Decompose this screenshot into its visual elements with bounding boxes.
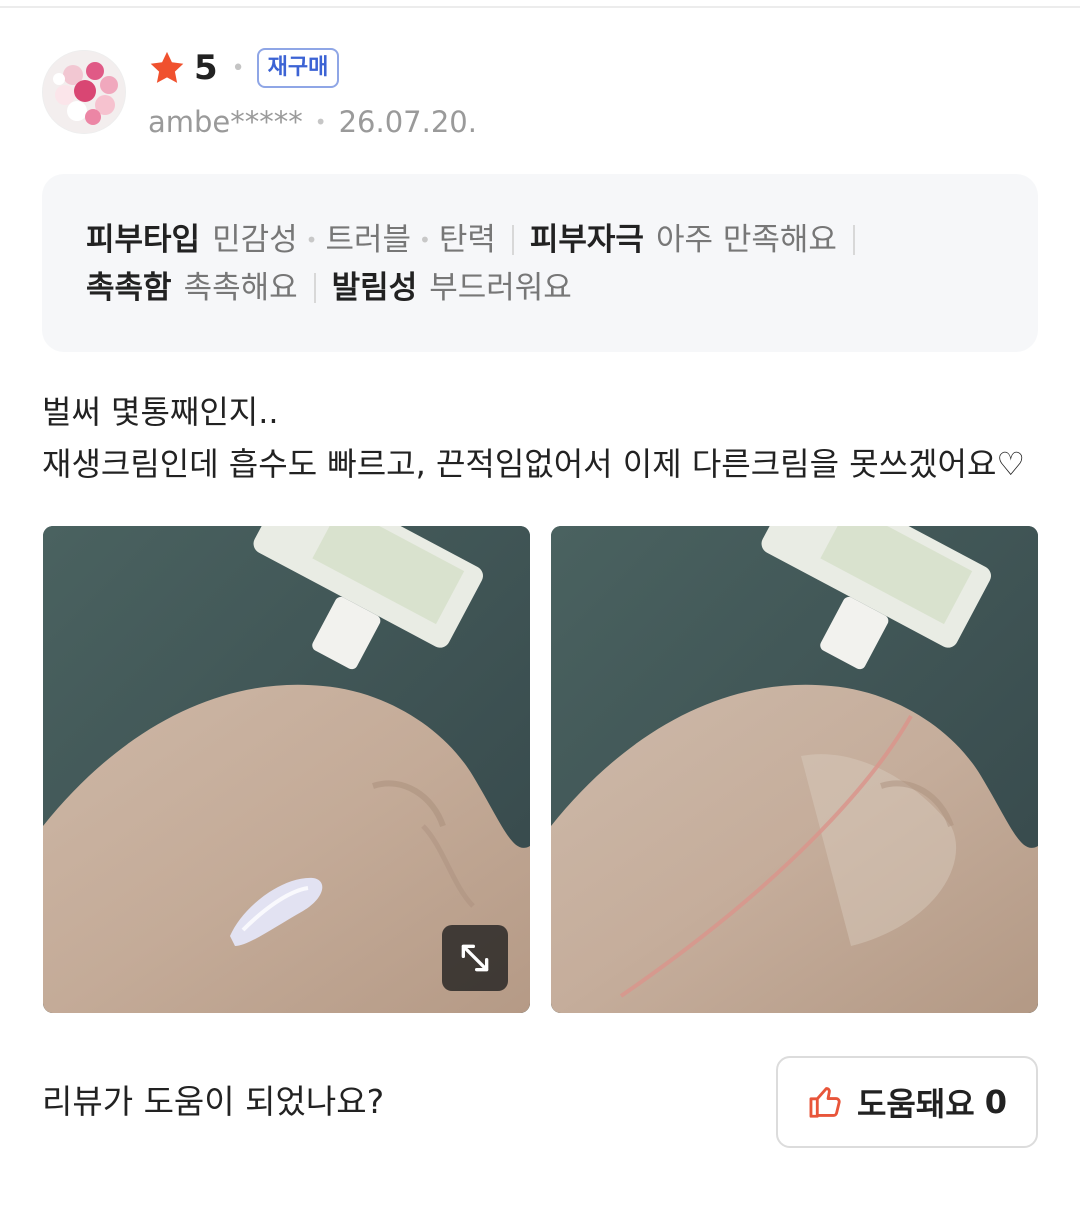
star-icon xyxy=(150,51,184,83)
moisture-label: 촉촉함 xyxy=(86,270,172,306)
thumbs-up-icon xyxy=(809,1087,841,1118)
review-body-line: 벌써 몇통째인지.. xyxy=(42,393,279,431)
skin-info-line-2: 촉촉함 촉촉해요 발림성 부드러워요 xyxy=(86,264,994,312)
dot-separator: • xyxy=(314,110,327,134)
review-body-line: 재생크림인데 흡수도 빠르고, 끈적임없어서 이제 다른크림을 못쓰겠어요♡ xyxy=(42,445,1026,483)
helpful-question: 리뷰가 도움이 되었나요? xyxy=(42,1082,385,1121)
spread-value: 부드러워요 xyxy=(429,270,572,306)
skin-type-value: 민감성 xyxy=(212,222,298,258)
divider xyxy=(852,225,855,255)
divider xyxy=(313,273,316,303)
dot-separator: • xyxy=(231,55,245,81)
avatar[interactable] xyxy=(42,50,126,134)
spread-label: 발림성 xyxy=(331,270,418,306)
username: ambe***** xyxy=(148,105,303,139)
dot-separator: • xyxy=(419,228,431,252)
helpful-button[interactable]: 도움돼요 0 xyxy=(776,1056,1038,1148)
hand-cream-absorbed-image xyxy=(551,526,1038,1013)
expand-icon xyxy=(461,944,489,972)
repurchase-badge: 재구매 xyxy=(256,48,340,88)
expand-button[interactable] xyxy=(442,925,508,991)
review-photo-2[interactable] xyxy=(551,526,1038,1013)
skin-type-value: 트러블 xyxy=(325,222,412,258)
review-body: 벌써 몇통째인지.. 재생크림인데 흡수도 빠르고, 끈적임없어서 이제 다른크… xyxy=(42,386,1052,490)
skin-type-label: 피부타입 xyxy=(86,222,201,258)
divider xyxy=(511,225,514,255)
review-date: 26.07.20. xyxy=(338,105,477,139)
skin-type-value: 탄력 xyxy=(438,222,496,258)
irritation-value: 아주 만족해요 xyxy=(655,222,837,258)
review-photo-1[interactable] xyxy=(43,526,530,1013)
skin-info-line-1: 피부타입 민감성 • 트러블 • 탄력 피부자극 아주 만족해요 xyxy=(86,216,994,264)
rating-row: 5 • 재구매 xyxy=(148,48,340,88)
moisture-value: 촉촉해요 xyxy=(183,270,298,306)
review-meta: ambe***** • 26.07.20. xyxy=(148,102,477,142)
helpful-count: 0 xyxy=(984,1083,1008,1121)
top-divider xyxy=(0,6,1080,8)
rating-value: 5 xyxy=(194,48,218,88)
skin-info-box: 피부타입 민감성 • 트러블 • 탄력 피부자극 아주 만족해요 촉촉함 촉촉해… xyxy=(42,174,1038,352)
helpful-label: 도움돼요 xyxy=(856,1085,975,1123)
irritation-label: 피부자극 xyxy=(529,222,644,258)
avatar-image xyxy=(43,51,125,133)
dot-separator: • xyxy=(305,228,318,252)
